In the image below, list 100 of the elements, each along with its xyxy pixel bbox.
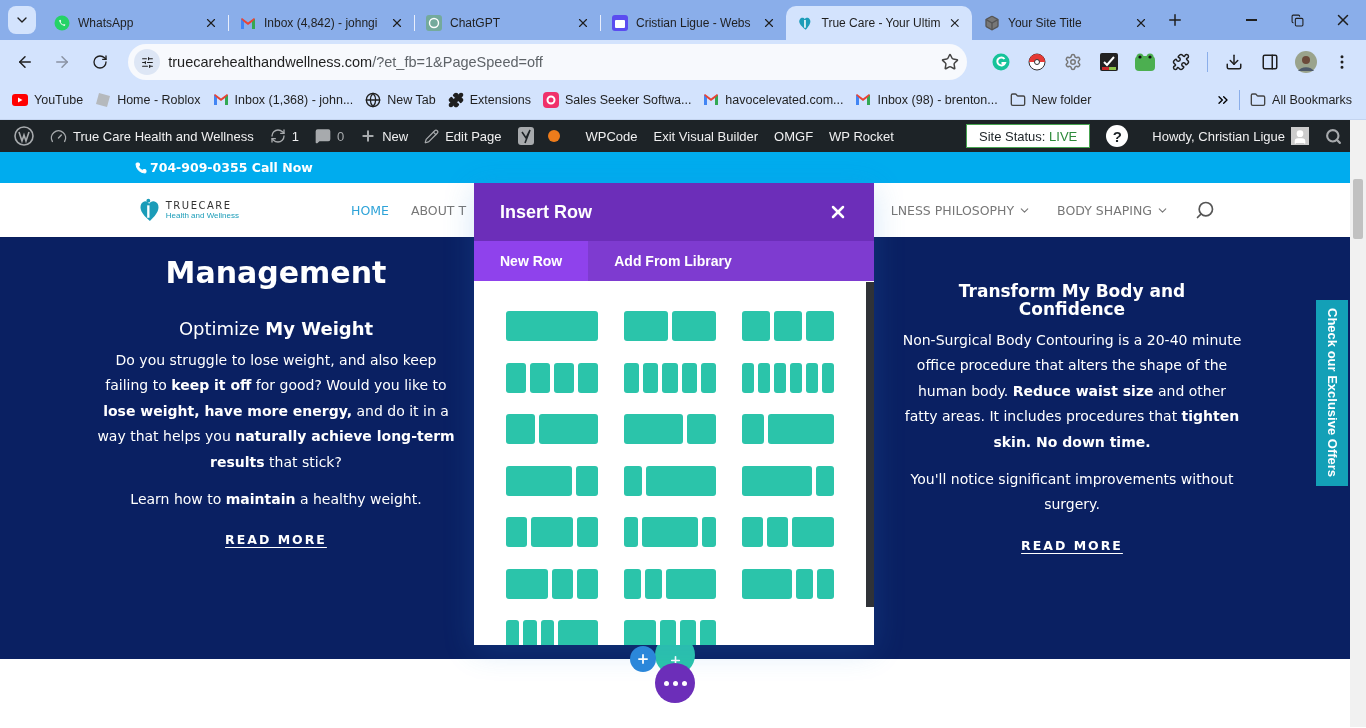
close-icon[interactable] <box>948 16 962 30</box>
search-icon[interactable] <box>1195 200 1215 220</box>
refresh-icon <box>269 128 286 144</box>
site-logo[interactable]: TRUECARE Health and Wellness <box>139 195 239 225</box>
folder-icon <box>1250 91 1267 108</box>
calendar-icon <box>612 15 628 31</box>
admin-menu-link[interactable]: WPCode <box>577 120 646 152</box>
scrollbar-thumb[interactable] <box>1353 179 1363 239</box>
section-subtitle: Optimize My Weight <box>178 320 374 338</box>
bookmark-link[interactable]: Home - Roblox <box>93 88 209 111</box>
site-status-button[interactable]: Site Status: LIVE <box>966 124 1091 148</box>
body-text: Learn how to maintain a healthy weight. <box>130 490 422 510</box>
address-bar[interactable]: truecarehealthandwellness.com/?et_fb=1&PageSpeed=off <box>128 44 967 80</box>
chat-bubble-icon <box>54 15 70 31</box>
plus-icon <box>636 652 650 666</box>
column-layout-icon[interactable] <box>742 414 834 444</box>
bookmark-link[interactable]: Sales Seeker Softwa... <box>540 88 700 111</box>
close-icon[interactable] <box>576 16 590 30</box>
body-text: Non-Surgical Body Contouring is a 20-40 minute office procedure that alters the shape of the human body. Reduce waist size and other fatty areas. It includes procedures that tighten skin. No down time. <box>902 331 1242 452</box>
envelope-icon <box>240 16 256 30</box>
browser-tab[interactable]: True Care - Your Ultim <box>786 6 972 40</box>
nav-link[interactable]: ABOUT T <box>410 202 467 218</box>
column-layout-icon[interactable] <box>624 311 716 341</box>
admin-menu-link[interactable]: Exit Visual Builder <box>645 120 767 152</box>
pencil-icon <box>424 128 440 144</box>
bookmark-star-icon[interactable] <box>941 53 959 71</box>
bookmark-link[interactable]: havocelevated.com... <box>701 89 852 110</box>
comments-link[interactable]: 0 <box>306 120 353 152</box>
column-layout-icon[interactable] <box>506 517 598 547</box>
read-more-link[interactable]: READ MORE <box>225 532 327 548</box>
status-dot-icon[interactable] <box>547 130 560 142</box>
admin-menu-link[interactable]: OMGF <box>766 120 822 152</box>
tab-search-button[interactable] <box>8 6 36 34</box>
sales-logo-icon <box>542 91 559 108</box>
dialog-title: Insert Row <box>500 201 592 223</box>
column-layout-icon[interactable] <box>506 362 598 393</box>
site-info-icon[interactable] <box>134 49 161 75</box>
folder-icon <box>1009 91 1026 108</box>
envelope-icon <box>212 93 229 106</box>
browser-tab[interactable]: ChatGPT <box>414 6 600 40</box>
reload-icon <box>91 54 108 70</box>
section-heading: Management <box>165 254 387 292</box>
dialog-tab[interactable]: Add From Library <box>588 241 758 281</box>
all-bookmarks-link[interactable]: All Bookmarks <box>1248 88 1360 111</box>
speech-bubble-icon <box>314 128 331 144</box>
column-layout-icon[interactable] <box>506 414 598 444</box>
edit-page-link[interactable]: Edit Page <box>416 120 510 152</box>
add-section-button[interactable] <box>630 646 656 672</box>
browser-tab[interactable]: WhatsApp <box>42 6 228 40</box>
read-more-link[interactable]: READ MORE <box>1021 537 1123 553</box>
column-layout-icon[interactable] <box>506 620 598 645</box>
nav-link[interactable]: BODY SHAPING <box>1057 202 1169 218</box>
column-layout-icon[interactable] <box>506 568 598 599</box>
minimize-icon <box>1245 19 1257 21</box>
column-layout-icon[interactable] <box>624 517 716 547</box>
bookmark-link[interactable]: Extensions <box>445 88 539 111</box>
bookmark-link[interactable]: Inbox (98) - brenton... <box>853 89 1006 110</box>
close-icon[interactable] <box>390 16 404 30</box>
close-icon[interactable] <box>762 16 776 30</box>
url-text: truecarehealthandwellness.com/?et_fb=1&PageSpeed=off <box>168 54 544 70</box>
body-text: Do you struggle to lose weight, and also keep failing to keep it off for good? Would you like to lose weight, have more energy, and do it in a way that helps you naturally achieve long-term results that stick? <box>96 351 456 472</box>
column-layout-icon[interactable] <box>624 568 716 599</box>
phone-icon <box>135 161 147 174</box>
bookmark-link[interactable]: YouTube <box>10 89 92 110</box>
browser-tab[interactable]: Cristian Ligue - Webs <box>600 6 786 40</box>
column-layout-icon[interactable] <box>624 465 716 496</box>
column-layout-icon[interactable] <box>742 517 834 547</box>
account-link[interactable]: Howdy, Christian Ligue <box>1144 120 1317 152</box>
site-name-link[interactable]: True Care Health and Wellness <box>42 120 262 152</box>
close-icon[interactable] <box>204 16 218 30</box>
puzzle-icon <box>447 91 464 108</box>
envelope-icon <box>855 93 872 106</box>
cube-icon <box>984 15 1000 31</box>
nav-link[interactable]: LNESS PHILOSOPHY <box>890 202 1032 218</box>
updates-link[interactable]: 1 <box>261 120 307 152</box>
globe-icon <box>365 91 382 108</box>
admin-menu-link[interactable]: WP Rocket <box>821 120 902 152</box>
body-text: You'll notice significant improvements without surgery. <box>909 470 1235 515</box>
column-layout-icon[interactable] <box>742 362 834 393</box>
column-layout-icon[interactable] <box>624 362 716 393</box>
column-layout-icon[interactable] <box>624 414 716 444</box>
bookmark-link[interactable]: Inbox (1,368) - john... <box>210 89 362 110</box>
browser-tab[interactable]: Your Site Title <box>972 6 1158 40</box>
browser-tab[interactable]: Inbox (4,842) - johngi <box>228 6 414 40</box>
dialog-tab[interactable]: New Row <box>474 241 589 281</box>
close-icon[interactable] <box>1134 16 1148 30</box>
bookmark-link[interactable]: New folder <box>1007 88 1100 111</box>
bookmark-link[interactable]: New Tab <box>363 88 444 111</box>
new-link[interactable]: New <box>352 120 417 152</box>
column-layout-icon[interactable] <box>506 465 598 496</box>
envelope-icon <box>703 93 720 106</box>
avatar-icon <box>1291 127 1309 145</box>
column-layout-icon[interactable] <box>742 465 834 496</box>
more-options-button[interactable] <box>655 663 695 703</box>
play-icon <box>12 93 28 106</box>
gauge-icon <box>50 127 67 145</box>
scrollbar-thumb[interactable] <box>866 282 874 607</box>
help-icon[interactable]: ? <box>1106 125 1129 147</box>
column-layout-icon[interactable] <box>742 311 834 341</box>
column-layout-icon[interactable] <box>742 568 834 599</box>
